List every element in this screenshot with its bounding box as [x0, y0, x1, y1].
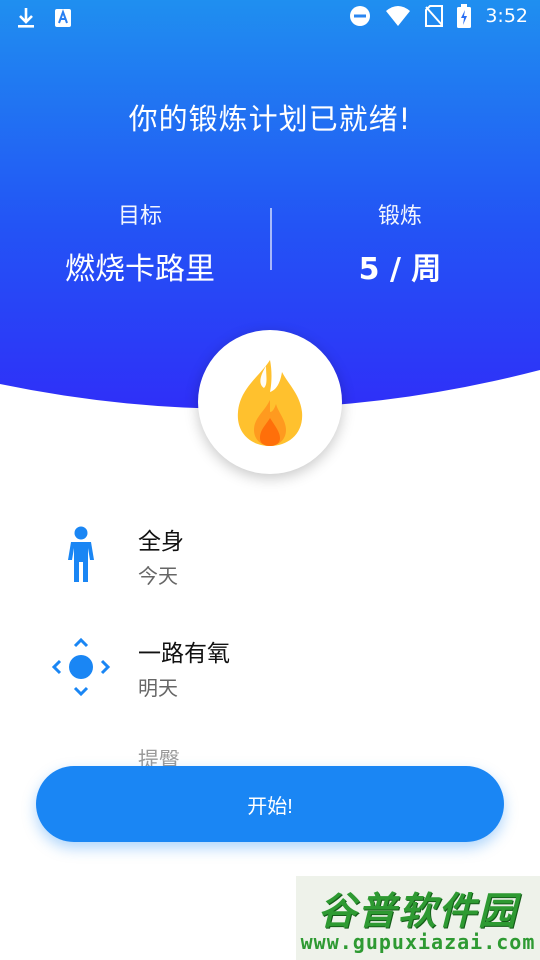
goal-label: 目标	[117, 204, 162, 229]
flame-badge	[198, 330, 342, 474]
watermark-url: www.gupuxiazai.com	[300, 930, 536, 954]
workout-stat: 锻炼 5 / 周	[265, 198, 535, 288]
watermark-title: 谷普软件园	[317, 889, 518, 933]
plan-item-full-body[interactable]: 全身 今天	[0, 510, 540, 600]
download-icon	[18, 8, 34, 28]
cardio-arrows-icon	[48, 634, 114, 700]
plan-item-title: 全身	[138, 529, 184, 555]
plan-item-cardio[interactable]: 一路有氧 明天	[0, 622, 540, 712]
plan-item-day: 明天	[138, 676, 178, 700]
no-sim-icon	[425, 5, 444, 27]
app-notification-icon	[55, 9, 71, 27]
watermark: 谷普软件园 www.gupuxiazai.com	[296, 876, 540, 960]
battery-charging-icon	[457, 4, 472, 28]
page-title: 你的锻炼计划已就绪!	[128, 102, 412, 136]
workout-label: 锻炼	[377, 204, 422, 229]
goal-stat: 目标 燃烧卡路里	[5, 198, 275, 288]
goal-value: 燃烧卡路里	[65, 252, 215, 287]
plan-summary: 目标 燃烧卡路里 锻炼 5 / 周	[0, 198, 540, 287]
person-icon	[48, 522, 114, 588]
flame-icon	[237, 360, 303, 446]
status-bar: 3:52	[0, 0, 540, 36]
do-not-disturb-icon	[350, 6, 371, 26]
wifi-icon	[386, 6, 411, 26]
workout-value: 5 / 周	[358, 252, 442, 287]
start-button[interactable]: 开始!	[36, 766, 504, 842]
plan-item-day: 今天	[138, 564, 178, 588]
plan-item-title: 一路有氧	[138, 641, 230, 667]
status-time: 3:52	[485, 5, 528, 27]
